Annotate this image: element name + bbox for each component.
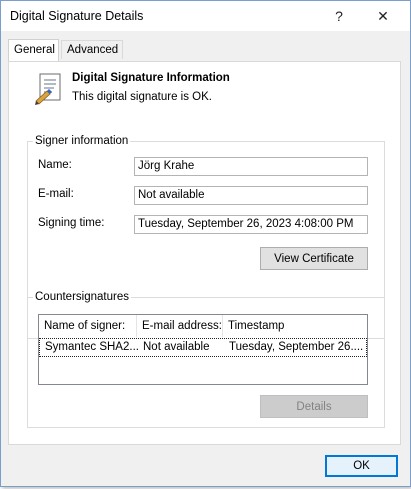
countersignatures-group: Countersignatures Name of signer: E-mail… bbox=[27, 290, 385, 428]
help-button[interactable]: ? bbox=[317, 1, 361, 31]
ok-button[interactable]: OK bbox=[325, 455, 398, 477]
view-certificate-button[interactable]: View Certificate bbox=[260, 247, 368, 270]
email-label: E-mail: bbox=[38, 188, 74, 200]
signer-information-legend: Signer information bbox=[33, 134, 131, 149]
details-label: Details bbox=[296, 400, 332, 413]
certificate-icon bbox=[35, 73, 61, 105]
tab-general[interactable]: General bbox=[8, 39, 59, 61]
table-row[interactable]: Symantec SHA2... Not available Tuesday, … bbox=[39, 338, 367, 357]
view-certificate-label: View Certificate bbox=[274, 252, 354, 265]
column-timestamp[interactable]: Timestamp bbox=[223, 315, 367, 337]
details-button[interactable]: Details bbox=[260, 395, 368, 418]
title-bar: Digital Signature Details ? ✕ bbox=[1, 1, 410, 31]
column-name-of-signer[interactable]: Name of signer: bbox=[39, 315, 137, 337]
close-button[interactable]: ✕ bbox=[361, 1, 405, 31]
name-field[interactable]: Jörg Krahe bbox=[134, 157, 368, 176]
name-label: Name: bbox=[38, 159, 72, 171]
row-timestamp: Tuesday, September 26.... bbox=[229, 341, 364, 353]
countersignatures-list[interactable]: Name of signer: E-mail address: Timestam… bbox=[38, 314, 368, 385]
ok-label: OK bbox=[353, 460, 370, 472]
signing-time-label: Signing time: bbox=[38, 217, 105, 229]
close-icon: ✕ bbox=[377, 7, 389, 24]
window-title: Digital Signature Details bbox=[10, 9, 144, 23]
countersignatures-legend: Countersignatures bbox=[33, 290, 131, 305]
info-status: This digital signature is OK. bbox=[72, 91, 212, 103]
general-tab-panel: Digital Signature Information This digit… bbox=[8, 61, 401, 445]
row-email: Not available bbox=[143, 341, 210, 353]
email-field[interactable]: Not available bbox=[134, 186, 368, 205]
tab-advanced[interactable]: Advanced bbox=[61, 40, 123, 59]
help-icon: ? bbox=[335, 8, 343, 24]
column-email-address[interactable]: E-mail address: bbox=[137, 315, 223, 337]
signing-time-field[interactable]: Tuesday, September 26, 2023 4:08:00 PM bbox=[134, 215, 368, 234]
signature-details-dialog: Digital Signature Details ? ✕ General Ad… bbox=[0, 0, 411, 487]
row-signer-name: Symantec SHA2... bbox=[45, 341, 138, 353]
info-title: Digital Signature Information bbox=[72, 72, 230, 84]
list-header: Name of signer: E-mail address: Timestam… bbox=[39, 315, 367, 337]
